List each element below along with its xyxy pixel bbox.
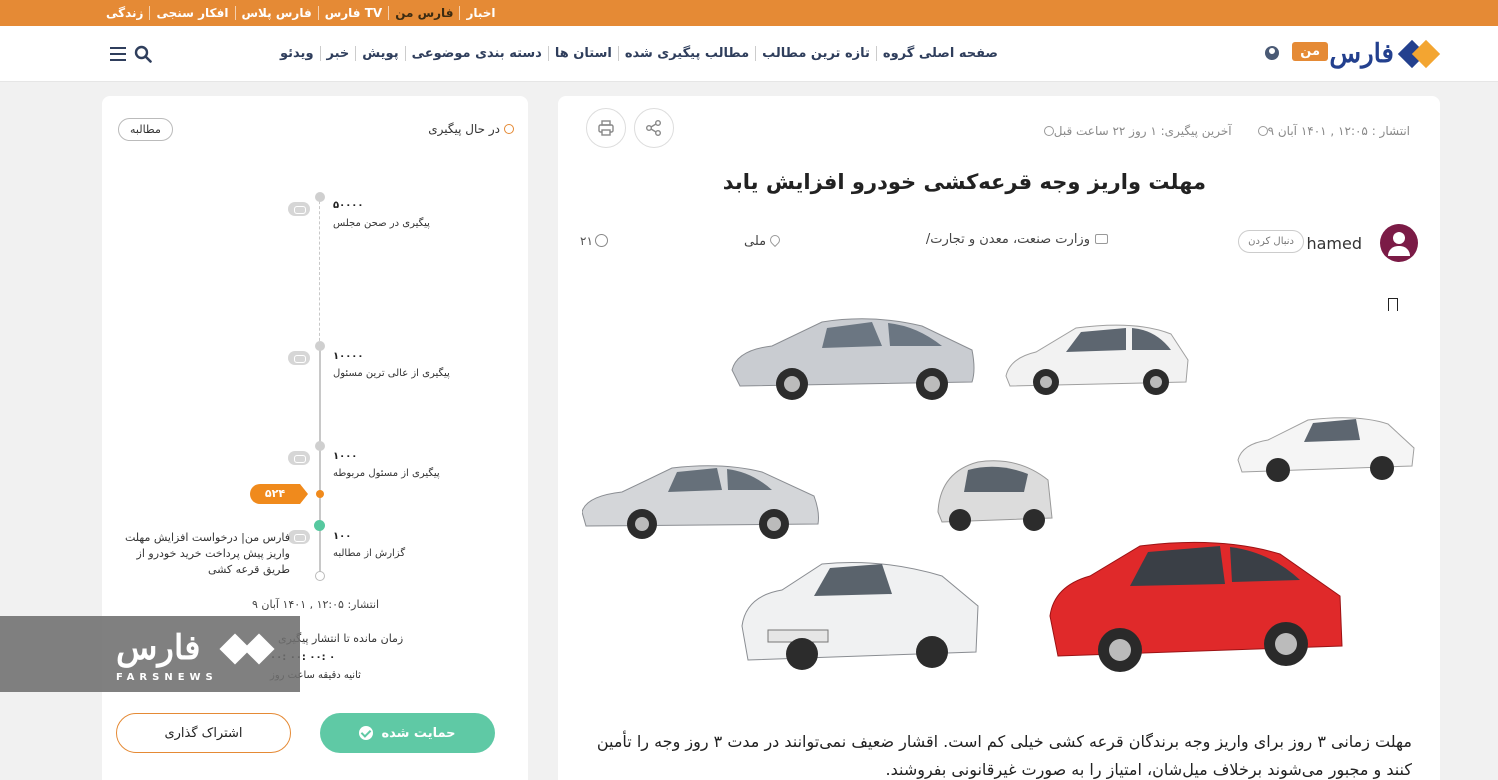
article-body: مهلت زمانی ۳ روز برای واریز وجه برندگان … bbox=[596, 732, 1412, 779]
top-bar: اخبار فارس من فارس TV فارس پلاس افکار سن… bbox=[0, 0, 1498, 26]
timeline-step-number: ۱۰۰۰ bbox=[333, 451, 358, 462]
timeline-step-number: ۵۰۰۰۰ bbox=[333, 200, 364, 211]
progress-dot bbox=[316, 490, 324, 498]
location-pin-icon bbox=[768, 232, 783, 248]
timeline-step-label: پیگیری از عالی ترین مسئول bbox=[333, 368, 450, 379]
car-red-hatch bbox=[1049, 541, 1343, 672]
timeline-step-label: پیگیری در صحن مجلس bbox=[333, 218, 430, 229]
comment-count[interactable]: ۲۱ bbox=[580, 234, 608, 248]
timeline-dot bbox=[315, 341, 325, 351]
logo-diamonds-icon bbox=[1397, 39, 1441, 69]
eye-icon bbox=[288, 351, 310, 365]
article-title: مهلت واریز وجه قرعه‌کشی خودرو افزایش یاب… bbox=[722, 170, 1206, 194]
follow-button[interactable]: دنبال کردن bbox=[1238, 230, 1304, 253]
share-demand-button[interactable]: اشتراک گذاری bbox=[116, 713, 291, 753]
watermark-subtitle: FARSNEWS bbox=[116, 672, 218, 683]
timeline-line bbox=[319, 346, 321, 576]
top-links: اخبار فارس من فارس TV فارس پلاس افکار سن… bbox=[100, 6, 502, 20]
timeline-step-number: ۱۰۰ bbox=[333, 531, 352, 542]
last-followup: آخرین پیگیری: ۱ روز ۲۲ ساعت قبل bbox=[1040, 124, 1232, 138]
eye-icon bbox=[288, 451, 310, 465]
search-icon[interactable] bbox=[134, 45, 152, 63]
article-category[interactable]: وزارت صنعت، معدن و تجارت/ bbox=[926, 232, 1108, 247]
author-name[interactable]: hamed bbox=[1306, 234, 1362, 253]
supporter-count-badge: ۵۲۴ bbox=[250, 484, 308, 504]
site-logo[interactable]: فارس bbox=[1329, 39, 1441, 69]
cars-illustration bbox=[581, 318, 1415, 672]
timeline-step-label: گزارش از مطالبه bbox=[333, 548, 406, 559]
print-button[interactable] bbox=[586, 108, 626, 148]
hamburger-menu-icon[interactable] bbox=[110, 47, 126, 61]
top-link-fars-tv[interactable]: فارس TV bbox=[317, 6, 389, 20]
top-link-news[interactable]: اخبار bbox=[459, 6, 501, 20]
print-icon bbox=[598, 120, 614, 136]
car-silver-left bbox=[581, 465, 819, 539]
watermark-diamonds-icon bbox=[218, 632, 278, 666]
article-location: ملی bbox=[744, 232, 783, 249]
publish-date: انتشار : ۱۲:۰۵ , ۱۴۰۱ آبان ۹ bbox=[1254, 124, 1410, 138]
clock-icon bbox=[1257, 126, 1268, 136]
demand-tag[interactable]: مطالبه bbox=[118, 118, 173, 141]
followup-status: در حال پیگیری bbox=[428, 122, 514, 136]
timeline-step-number: ۱۰۰۰۰ bbox=[333, 351, 364, 362]
user-icon[interactable] bbox=[1265, 46, 1279, 60]
car-white-hatch bbox=[1005, 324, 1189, 395]
top-link-life[interactable]: زندگی bbox=[100, 6, 149, 20]
car-silver-sedan bbox=[731, 318, 975, 400]
timeline-dot bbox=[315, 441, 325, 451]
timeline-step-label: پیگیری از مسئول مربوطه bbox=[333, 468, 440, 479]
clock-icon bbox=[504, 124, 514, 134]
nav-item-latest[interactable]: تازه ترین مطالب bbox=[755, 46, 876, 61]
folder-icon bbox=[1095, 234, 1108, 244]
check-icon bbox=[359, 726, 374, 740]
watermark-logo-text: فارس bbox=[116, 628, 201, 668]
clock-icon bbox=[1043, 126, 1054, 136]
nav-item-followed[interactable]: مطالب پیگیری شده bbox=[617, 46, 755, 61]
timeline-end-dot bbox=[315, 571, 325, 581]
nav-item-news[interactable]: خبر bbox=[319, 46, 356, 61]
top-link-fars-man[interactable]: فارس من bbox=[388, 6, 459, 20]
avatar[interactable] bbox=[1380, 224, 1418, 262]
nav-item-video[interactable]: ویدئو bbox=[274, 46, 320, 61]
timeline-dot bbox=[315, 192, 325, 202]
demand-request-text[interactable]: فارس من| درخواست افزایش مهلت واریز پیش پ… bbox=[110, 530, 290, 578]
timeline-dashed-line bbox=[319, 196, 320, 346]
car-white-bottom bbox=[741, 562, 979, 670]
demand-publish-date: انتشار: ۱۲:۰۵ , ۱۴۰۱ آبان ۹ bbox=[252, 598, 380, 611]
bookmark-icon[interactable] bbox=[1388, 298, 1398, 311]
article-card: انتشار : ۱۲:۰۵ , ۱۴۰۱ آبان ۹ آخرین پیگیر… bbox=[558, 96, 1440, 780]
article-image bbox=[581, 290, 1416, 702]
nav-item-home[interactable]: صفحه اصلی گروه bbox=[875, 46, 1004, 61]
comment-icon bbox=[594, 234, 608, 247]
logo-text: فارس bbox=[1329, 39, 1394, 69]
share-button[interactable] bbox=[634, 108, 674, 148]
share-icon bbox=[646, 120, 661, 136]
article-meta: انتشار : ۱۲:۰۵ , ۱۴۰۱ آبان ۹ آخرین پیگیر… bbox=[1040, 124, 1410, 138]
car-white-right bbox=[1237, 417, 1415, 482]
main-nav: صفحه اصلی گروه تازه ترین مطالب مطالب پیگ… bbox=[274, 46, 1004, 61]
author-row: hamed دنبال کردن وزارت صنعت، معدن و تجار… bbox=[580, 224, 1418, 264]
top-link-fars-plus[interactable]: فارس پلاس bbox=[234, 6, 318, 20]
top-link-polls[interactable]: افکار سنجی bbox=[149, 6, 234, 20]
nav-item-provinces[interactable]: استان ها bbox=[547, 46, 618, 61]
timeline-dot-active bbox=[314, 520, 325, 531]
site-header: فارس من صفحه اصلی گروه تازه ترین مطالب م… bbox=[0, 26, 1498, 82]
nav-item-categories[interactable]: دسته بندی موضوعی bbox=[404, 46, 548, 61]
car-small-center bbox=[937, 460, 1053, 531]
supported-button[interactable]: حمایت شده bbox=[320, 713, 495, 753]
eye-icon bbox=[288, 530, 310, 544]
eye-icon bbox=[288, 202, 310, 216]
fars-man-badge[interactable]: من bbox=[1292, 42, 1328, 61]
nav-item-campaign[interactable]: پویش bbox=[355, 46, 404, 61]
farsnews-watermark: فارس FARSNEWS bbox=[0, 616, 300, 692]
